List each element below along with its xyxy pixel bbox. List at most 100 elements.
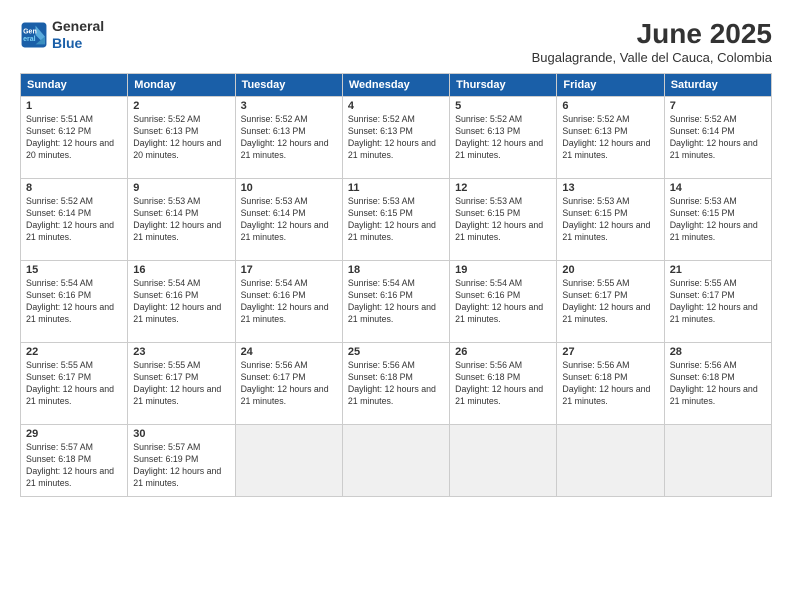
table-row: 2 Sunrise: 5:52 AM Sunset: 6:13 PM Dayli… (128, 97, 235, 179)
day-info: Sunrise: 5:52 AM Sunset: 6:14 PM Dayligh… (670, 114, 766, 162)
month-title: June 2025 (532, 18, 772, 50)
day-number: 14 (670, 182, 766, 194)
day-number: 29 (26, 428, 122, 440)
table-row (235, 425, 342, 497)
day-info: Sunrise: 5:54 AM Sunset: 6:16 PM Dayligh… (455, 278, 551, 326)
day-number: 18 (348, 264, 444, 276)
table-row: 9 Sunrise: 5:53 AM Sunset: 6:14 PM Dayli… (128, 179, 235, 261)
day-number: 10 (241, 182, 337, 194)
table-row: 14 Sunrise: 5:53 AM Sunset: 6:15 PM Dayl… (664, 179, 771, 261)
table-row: 25 Sunrise: 5:56 AM Sunset: 6:18 PM Dayl… (342, 343, 449, 425)
day-number: 5 (455, 100, 551, 112)
day-number: 7 (670, 100, 766, 112)
day-info: Sunrise: 5:52 AM Sunset: 6:13 PM Dayligh… (348, 114, 444, 162)
header-saturday: Saturday (664, 74, 771, 97)
calendar-week-row: 22 Sunrise: 5:55 AM Sunset: 6:17 PM Dayl… (21, 343, 772, 425)
table-row: 1 Sunrise: 5:51 AM Sunset: 6:12 PM Dayli… (21, 97, 128, 179)
svg-text:Gen: Gen (23, 28, 37, 35)
day-info: Sunrise: 5:55 AM Sunset: 6:17 PM Dayligh… (133, 360, 229, 408)
day-info: Sunrise: 5:52 AM Sunset: 6:13 PM Dayligh… (562, 114, 658, 162)
day-info: Sunrise: 5:53 AM Sunset: 6:14 PM Dayligh… (133, 196, 229, 244)
title-block: June 2025 Bugalagrande, Valle del Cauca,… (532, 18, 772, 65)
day-number: 21 (670, 264, 766, 276)
table-row: 21 Sunrise: 5:55 AM Sunset: 6:17 PM Dayl… (664, 261, 771, 343)
table-row: 12 Sunrise: 5:53 AM Sunset: 6:15 PM Dayl… (450, 179, 557, 261)
calendar-week-row: 1 Sunrise: 5:51 AM Sunset: 6:12 PM Dayli… (21, 97, 772, 179)
day-info: Sunrise: 5:51 AM Sunset: 6:12 PM Dayligh… (26, 114, 122, 162)
table-row: 20 Sunrise: 5:55 AM Sunset: 6:17 PM Dayl… (557, 261, 664, 343)
table-row: 17 Sunrise: 5:54 AM Sunset: 6:16 PM Dayl… (235, 261, 342, 343)
day-info: Sunrise: 5:53 AM Sunset: 6:15 PM Dayligh… (455, 196, 551, 244)
table-row: 8 Sunrise: 5:52 AM Sunset: 6:14 PM Dayli… (21, 179, 128, 261)
table-row: 19 Sunrise: 5:54 AM Sunset: 6:16 PM Dayl… (450, 261, 557, 343)
day-info: Sunrise: 5:53 AM Sunset: 6:15 PM Dayligh… (348, 196, 444, 244)
day-info: Sunrise: 5:52 AM Sunset: 6:13 PM Dayligh… (455, 114, 551, 162)
day-number: 26 (455, 346, 551, 358)
logo-text: General Blue (52, 18, 104, 52)
day-info: Sunrise: 5:55 AM Sunset: 6:17 PM Dayligh… (562, 278, 658, 326)
day-info: Sunrise: 5:56 AM Sunset: 6:17 PM Dayligh… (241, 360, 337, 408)
logo-icon: Gen eral (20, 21, 48, 49)
calendar-week-row: 8 Sunrise: 5:52 AM Sunset: 6:14 PM Dayli… (21, 179, 772, 261)
logo-line1: General (52, 18, 104, 35)
day-info: Sunrise: 5:53 AM Sunset: 6:15 PM Dayligh… (562, 196, 658, 244)
table-row: 15 Sunrise: 5:54 AM Sunset: 6:16 PM Dayl… (21, 261, 128, 343)
day-info: Sunrise: 5:57 AM Sunset: 6:18 PM Dayligh… (26, 442, 122, 490)
day-info: Sunrise: 5:56 AM Sunset: 6:18 PM Dayligh… (455, 360, 551, 408)
table-row: 24 Sunrise: 5:56 AM Sunset: 6:17 PM Dayl… (235, 343, 342, 425)
day-info: Sunrise: 5:54 AM Sunset: 6:16 PM Dayligh… (133, 278, 229, 326)
table-row: 29 Sunrise: 5:57 AM Sunset: 6:18 PM Dayl… (21, 425, 128, 497)
logo-line2: Blue (52, 35, 104, 52)
header-monday: Monday (128, 74, 235, 97)
table-row: 30 Sunrise: 5:57 AM Sunset: 6:19 PM Dayl… (128, 425, 235, 497)
table-row: 13 Sunrise: 5:53 AM Sunset: 6:15 PM Dayl… (557, 179, 664, 261)
day-info: Sunrise: 5:55 AM Sunset: 6:17 PM Dayligh… (26, 360, 122, 408)
table-row: 10 Sunrise: 5:53 AM Sunset: 6:14 PM Dayl… (235, 179, 342, 261)
calendar-week-row: 15 Sunrise: 5:54 AM Sunset: 6:16 PM Dayl… (21, 261, 772, 343)
table-row: 27 Sunrise: 5:56 AM Sunset: 6:18 PM Dayl… (557, 343, 664, 425)
day-info: Sunrise: 5:57 AM Sunset: 6:19 PM Dayligh… (133, 442, 229, 490)
day-number: 24 (241, 346, 337, 358)
day-info: Sunrise: 5:53 AM Sunset: 6:15 PM Dayligh… (670, 196, 766, 244)
calendar-header-row: Sunday Monday Tuesday Wednesday Thursday… (21, 74, 772, 97)
header-wednesday: Wednesday (342, 74, 449, 97)
header-sunday: Sunday (21, 74, 128, 97)
header-friday: Friday (557, 74, 664, 97)
day-info: Sunrise: 5:52 AM Sunset: 6:14 PM Dayligh… (26, 196, 122, 244)
table-row: 7 Sunrise: 5:52 AM Sunset: 6:14 PM Dayli… (664, 97, 771, 179)
day-number: 30 (133, 428, 229, 440)
day-number: 15 (26, 264, 122, 276)
day-number: 3 (241, 100, 337, 112)
table-row (664, 425, 771, 497)
header-tuesday: Tuesday (235, 74, 342, 97)
header: Gen eral General Blue June 2025 Bugalagr… (20, 18, 772, 65)
day-number: 27 (562, 346, 658, 358)
day-info: Sunrise: 5:52 AM Sunset: 6:13 PM Dayligh… (241, 114, 337, 162)
table-row: 5 Sunrise: 5:52 AM Sunset: 6:13 PM Dayli… (450, 97, 557, 179)
table-row: 23 Sunrise: 5:55 AM Sunset: 6:17 PM Dayl… (128, 343, 235, 425)
day-info: Sunrise: 5:54 AM Sunset: 6:16 PM Dayligh… (348, 278, 444, 326)
day-number: 1 (26, 100, 122, 112)
day-info: Sunrise: 5:52 AM Sunset: 6:13 PM Dayligh… (133, 114, 229, 162)
table-row: 22 Sunrise: 5:55 AM Sunset: 6:17 PM Dayl… (21, 343, 128, 425)
day-info: Sunrise: 5:55 AM Sunset: 6:17 PM Dayligh… (670, 278, 766, 326)
subtitle: Bugalagrande, Valle del Cauca, Colombia (532, 50, 772, 65)
day-info: Sunrise: 5:56 AM Sunset: 6:18 PM Dayligh… (562, 360, 658, 408)
table-row: 3 Sunrise: 5:52 AM Sunset: 6:13 PM Dayli… (235, 97, 342, 179)
day-info: Sunrise: 5:53 AM Sunset: 6:14 PM Dayligh… (241, 196, 337, 244)
day-number: 20 (562, 264, 658, 276)
table-row: 6 Sunrise: 5:52 AM Sunset: 6:13 PM Dayli… (557, 97, 664, 179)
day-number: 28 (670, 346, 766, 358)
day-info: Sunrise: 5:54 AM Sunset: 6:16 PM Dayligh… (241, 278, 337, 326)
day-info: Sunrise: 5:56 AM Sunset: 6:18 PM Dayligh… (670, 360, 766, 408)
header-thursday: Thursday (450, 74, 557, 97)
logo: Gen eral General Blue (20, 18, 104, 52)
page: Gen eral General Blue June 2025 Bugalagr… (0, 0, 792, 612)
table-row: 26 Sunrise: 5:56 AM Sunset: 6:18 PM Dayl… (450, 343, 557, 425)
table-row: 4 Sunrise: 5:52 AM Sunset: 6:13 PM Dayli… (342, 97, 449, 179)
day-info: Sunrise: 5:56 AM Sunset: 6:18 PM Dayligh… (348, 360, 444, 408)
day-number: 9 (133, 182, 229, 194)
day-number: 8 (26, 182, 122, 194)
day-number: 17 (241, 264, 337, 276)
calendar: Sunday Monday Tuesday Wednesday Thursday… (20, 73, 772, 497)
